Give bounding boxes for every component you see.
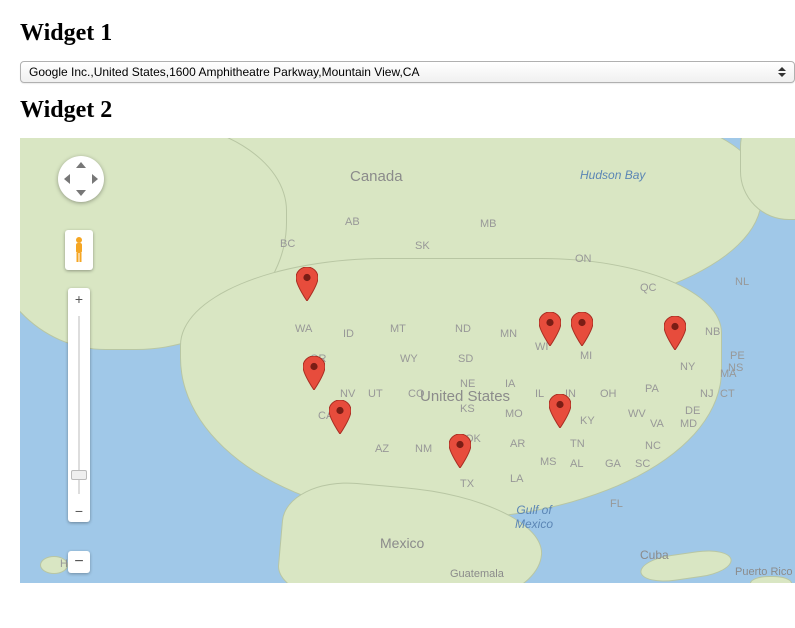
state-label-ga: GA: [605, 458, 621, 470]
map-marker-ca1[interactable]: [303, 356, 325, 390]
state-label-oh: OH: [600, 388, 617, 400]
minus-icon: −: [74, 553, 83, 571]
widget-2-title: Widget 2: [20, 97, 795, 124]
state-label-va: VA: [650, 418, 664, 430]
state-label-ia: IA: [505, 378, 515, 390]
country-label-mexico: Mexico: [380, 535, 424, 551]
state-label-nj: NJ: [700, 388, 713, 400]
state-label-ks: KS: [460, 403, 475, 415]
map-marker-mi[interactable]: [571, 312, 593, 346]
state-label-nb: NB: [705, 326, 720, 338]
state-label-sk: SK: [415, 240, 430, 252]
street-view-toggle[interactable]: −: [68, 551, 90, 573]
state-label-id: ID: [343, 328, 354, 340]
state-label-nl: NL: [735, 276, 749, 288]
widget-2-section: Widget 2 Hudson Bay Gulf of Mexico Canad…: [20, 97, 795, 583]
state-label-ma: MA: [720, 368, 737, 380]
state-label-ne: NE: [460, 378, 475, 390]
select-arrows-icon: [774, 64, 790, 80]
state-label-nv: NV: [340, 388, 355, 400]
map-zoom-control: + −: [68, 288, 90, 522]
map-pan-control[interactable]: [58, 156, 104, 202]
map-canvas[interactable]: Hudson Bay Gulf of Mexico Canada United …: [20, 138, 795, 583]
state-label-ar: AR: [510, 438, 525, 450]
location-select[interactable]: Google Inc.,United States,1600 Amphithea…: [20, 61, 795, 83]
state-label-md: MD: [680, 418, 697, 430]
state-label-wa: WA: [295, 323, 312, 335]
country-label-canada: Canada: [350, 168, 403, 185]
state-label-tn: TN: [570, 438, 585, 450]
state-label-wv: WV: [628, 408, 646, 420]
state-label-az: AZ: [375, 443, 389, 455]
state-label-ny: NY: [680, 361, 695, 373]
state-label-ut: UT: [368, 388, 383, 400]
state-label-mo: MO: [505, 408, 523, 420]
state-label-nm: NM: [415, 443, 432, 455]
pegman-icon: [71, 236, 87, 264]
state-label-mi: MI: [580, 350, 592, 362]
country-label-guatemala: Guatemala: [450, 568, 504, 580]
zoom-slider-handle[interactable]: [71, 470, 87, 480]
state-label-al: AL: [570, 458, 583, 470]
country-label-cuba: Cuba: [640, 548, 669, 562]
state-label-wy: WY: [400, 353, 418, 365]
state-label-qc: QC: [640, 282, 657, 294]
state-label-on: ON: [575, 253, 592, 265]
state-label-mb: MB: [480, 218, 497, 230]
map-marker-tx[interactable]: [449, 434, 471, 468]
state-label-tx: TX: [460, 478, 474, 490]
state-label-ms: MS: [540, 456, 557, 468]
state-label-mt: MT: [390, 323, 406, 335]
state-label-fl: FL: [610, 498, 623, 510]
state-label-nc: NC: [645, 440, 661, 452]
state-label-sc: SC: [635, 458, 650, 470]
water-label-gulf: Gulf of Mexico: [515, 503, 553, 531]
pan-east-icon: [92, 174, 98, 184]
state-label-la: LA: [510, 473, 523, 485]
state-label-pe: PE: [730, 350, 745, 362]
location-select-value: Google Inc.,United States,1600 Amphithea…: [29, 65, 419, 79]
state-label-ct: CT: [720, 388, 735, 400]
zoom-slider-track[interactable]: [68, 310, 90, 500]
street-view-pegman[interactable]: [65, 230, 93, 270]
map-marker-ny[interactable]: [664, 316, 686, 350]
map-marker-tn[interactable]: [549, 394, 571, 428]
widget-1-section: Widget 1 Google Inc.,United States,1600 …: [20, 20, 795, 83]
pan-north-icon: [76, 162, 86, 168]
zoom-out-button[interactable]: −: [68, 500, 90, 522]
state-label-il: IL: [535, 388, 544, 400]
state-label-pa: PA: [645, 383, 659, 395]
water-label-hudson-bay: Hudson Bay: [580, 168, 645, 182]
state-label-de: DE: [685, 405, 700, 417]
state-label-co: CO: [408, 388, 425, 400]
state-label-mn: MN: [500, 328, 517, 340]
state-label-ky: KY: [580, 415, 595, 427]
zoom-in-button[interactable]: +: [68, 288, 90, 310]
widget-1-title: Widget 1: [20, 20, 795, 47]
state-label-nd: ND: [455, 323, 471, 335]
pan-west-icon: [64, 174, 70, 184]
map-marker-wa[interactable]: [296, 267, 318, 301]
map-marker-ca2[interactable]: [329, 400, 351, 434]
state-label-ab: AB: [345, 216, 360, 228]
map-marker-wi[interactable]: [539, 312, 561, 346]
state-label-bc: BC: [280, 238, 295, 250]
state-label-sd: SD: [458, 353, 473, 365]
pan-south-icon: [76, 190, 86, 196]
country-label-puerto-rico: Puerto Rico: [735, 566, 792, 578]
